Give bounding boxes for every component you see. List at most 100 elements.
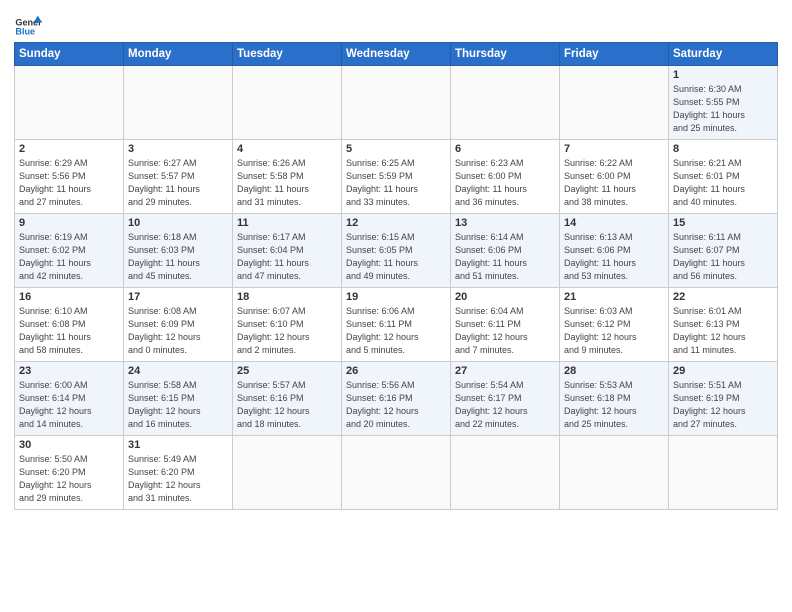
- day-number: 8: [673, 143, 773, 155]
- day-header-wednesday: Wednesday: [342, 43, 451, 66]
- day-info: Sunrise: 6:27 AM Sunset: 5:57 PM Dayligh…: [128, 157, 228, 209]
- day-number: 18: [237, 291, 337, 303]
- day-info: Sunrise: 6:19 AM Sunset: 6:02 PM Dayligh…: [19, 231, 119, 283]
- day-number: 14: [564, 217, 664, 229]
- table-row: 23Sunrise: 6:00 AM Sunset: 6:14 PM Dayli…: [15, 362, 124, 436]
- table-row: 22 Sunrise: 6:01 AM Sunset: 6:13 PM Dayli…: [669, 288, 778, 362]
- table-row: [15, 66, 124, 140]
- day-info: Sunrise: 6:14 AM Sunset: 6:06 PM Dayligh…: [455, 231, 555, 283]
- day-info: Sunrise: 5:49 AM Sunset: 6:20 PM Dayligh…: [128, 453, 228, 505]
- table-row: 5 Sunrise: 6:25 AM Sunset: 5:59 PM Daylig…: [342, 140, 451, 214]
- table-row: [233, 66, 342, 140]
- calendar: SundayMondayTuesdayWednesdayThursdayFrid…: [14, 42, 778, 510]
- day-number: 23: [19, 365, 119, 377]
- table-row: [560, 66, 669, 140]
- day-number: 3: [128, 143, 228, 155]
- table-row: 25 Sunrise: 5:57 AM Sunset: 6:16 PM Dayli…: [233, 362, 342, 436]
- day-number: 31: [128, 439, 228, 451]
- day-info: Sunrise: 5:57 AM Sunset: 6:16 PM Dayligh…: [237, 379, 337, 431]
- day-number: 27: [455, 365, 555, 377]
- table-row: 16 Sunrise: 6:10 AM Sunset: 6:08 PM Dayli…: [15, 288, 124, 362]
- day-info: Sunrise: 5:58 AM Sunset: 6:15 PM Dayligh…: [128, 379, 228, 431]
- day-number: 12: [346, 217, 446, 229]
- table-row: 20 Sunrise: 6:04 AM Sunset: 6:11 PM Dayli…: [451, 288, 560, 362]
- table-row: 28Sunrise: 5:53 AM Sunset: 6:18 PM Dayli…: [560, 362, 669, 436]
- table-row: [342, 436, 451, 510]
- table-row: [124, 66, 233, 140]
- day-number: 1: [673, 69, 773, 81]
- day-number: 19: [346, 291, 446, 303]
- day-info: Sunrise: 6:07 AM Sunset: 6:10 PM Dayligh…: [237, 305, 337, 357]
- table-row: 11 Sunrise: 6:17 AM Sunset: 6:04 PM Dayli…: [233, 214, 342, 288]
- table-row: 24 Sunrise: 5:58 AM Sunset: 6:15 PM Dayli…: [124, 362, 233, 436]
- day-info: Sunrise: 6:08 AM Sunset: 6:09 PM Dayligh…: [128, 305, 228, 357]
- table-row: [342, 66, 451, 140]
- day-number: 13: [455, 217, 555, 229]
- table-row: 8Sunrise: 6:21 AM Sunset: 6:01 PM Daylig…: [669, 140, 778, 214]
- day-number: 16: [19, 291, 119, 303]
- day-number: 5: [346, 143, 446, 155]
- day-number: 17: [128, 291, 228, 303]
- day-info: Sunrise: 5:53 AM Sunset: 6:18 PM Dayligh…: [564, 379, 664, 431]
- table-row: 1 Sunrise: 6:30 AM Sunset: 5:55 PM Daylig…: [669, 66, 778, 140]
- table-row: [451, 66, 560, 140]
- table-row: 10 Sunrise: 6:18 AM Sunset: 6:03 PM Dayli…: [124, 214, 233, 288]
- day-number: 21: [564, 291, 664, 303]
- day-number: 20: [455, 291, 555, 303]
- table-row: 21Sunrise: 6:03 AM Sunset: 6:12 PM Dayli…: [560, 288, 669, 362]
- logo-icon: General Blue: [14, 10, 42, 38]
- table-row: 15 Sunrise: 6:11 AM Sunset: 6:07 PM Dayli…: [669, 214, 778, 288]
- day-header-saturday: Saturday: [669, 43, 778, 66]
- day-header-thursday: Thursday: [451, 43, 560, 66]
- day-number: 22: [673, 291, 773, 303]
- day-number: 7: [564, 143, 664, 155]
- table-row: 30Sunrise: 5:50 AM Sunset: 6:20 PM Dayli…: [15, 436, 124, 510]
- day-number: 25: [237, 365, 337, 377]
- day-number: 11: [237, 217, 337, 229]
- day-header-monday: Monday: [124, 43, 233, 66]
- day-info: Sunrise: 6:06 AM Sunset: 6:11 PM Dayligh…: [346, 305, 446, 357]
- day-info: Sunrise: 6:01 AM Sunset: 6:13 PM Dayligh…: [673, 305, 773, 357]
- svg-text:Blue: Blue: [15, 27, 35, 37]
- day-info: Sunrise: 6:22 AM Sunset: 6:00 PM Dayligh…: [564, 157, 664, 209]
- table-row: 3 Sunrise: 6:27 AM Sunset: 5:57 PM Daylig…: [124, 140, 233, 214]
- table-row: 9Sunrise: 6:19 AM Sunset: 6:02 PM Daylig…: [15, 214, 124, 288]
- table-row: 31 Sunrise: 5:49 AM Sunset: 6:20 PM Dayli…: [124, 436, 233, 510]
- day-info: Sunrise: 6:04 AM Sunset: 6:11 PM Dayligh…: [455, 305, 555, 357]
- table-row: 17 Sunrise: 6:08 AM Sunset: 6:09 PM Dayli…: [124, 288, 233, 362]
- table-row: [669, 436, 778, 510]
- day-number: 26: [346, 365, 446, 377]
- day-info: Sunrise: 6:11 AM Sunset: 6:07 PM Dayligh…: [673, 231, 773, 283]
- table-row: 6 Sunrise: 6:23 AM Sunset: 6:00 PM Daylig…: [451, 140, 560, 214]
- day-info: Sunrise: 6:15 AM Sunset: 6:05 PM Dayligh…: [346, 231, 446, 283]
- day-number: 6: [455, 143, 555, 155]
- table-row: 19 Sunrise: 6:06 AM Sunset: 6:11 PM Dayli…: [342, 288, 451, 362]
- day-info: Sunrise: 6:17 AM Sunset: 6:04 PM Dayligh…: [237, 231, 337, 283]
- day-number: 29: [673, 365, 773, 377]
- day-info: Sunrise: 5:54 AM Sunset: 6:17 PM Dayligh…: [455, 379, 555, 431]
- table-row: [233, 436, 342, 510]
- day-number: 15: [673, 217, 773, 229]
- table-row: 2 Sunrise: 6:29 AM Sunset: 5:56 PM Daylig…: [15, 140, 124, 214]
- table-row: [560, 436, 669, 510]
- day-info: Sunrise: 6:23 AM Sunset: 6:00 PM Dayligh…: [455, 157, 555, 209]
- day-info: Sunrise: 6:29 AM Sunset: 5:56 PM Dayligh…: [19, 157, 119, 209]
- day-info: Sunrise: 6:18 AM Sunset: 6:03 PM Dayligh…: [128, 231, 228, 283]
- day-info: Sunrise: 6:30 AM Sunset: 5:55 PM Dayligh…: [673, 83, 773, 135]
- table-row: [451, 436, 560, 510]
- day-info: Sunrise: 6:10 AM Sunset: 6:08 PM Dayligh…: [19, 305, 119, 357]
- day-info: Sunrise: 6:26 AM Sunset: 5:58 PM Dayligh…: [237, 157, 337, 209]
- day-number: 24: [128, 365, 228, 377]
- day-number: 10: [128, 217, 228, 229]
- table-row: 18 Sunrise: 6:07 AM Sunset: 6:10 PM Dayli…: [233, 288, 342, 362]
- day-number: 2: [19, 143, 119, 155]
- table-row: 29 Sunrise: 5:51 AM Sunset: 6:19 PM Dayli…: [669, 362, 778, 436]
- day-header-friday: Friday: [560, 43, 669, 66]
- day-info: Sunrise: 6:13 AM Sunset: 6:06 PM Dayligh…: [564, 231, 664, 283]
- day-header-tuesday: Tuesday: [233, 43, 342, 66]
- table-row: 7 Sunrise: 6:22 AM Sunset: 6:00 PM Daylig…: [560, 140, 669, 214]
- day-info: Sunrise: 5:51 AM Sunset: 6:19 PM Dayligh…: [673, 379, 773, 431]
- table-row: 26 Sunrise: 5:56 AM Sunset: 6:16 PM Dayli…: [342, 362, 451, 436]
- day-info: Sunrise: 5:56 AM Sunset: 6:16 PM Dayligh…: [346, 379, 446, 431]
- day-info: Sunrise: 6:25 AM Sunset: 5:59 PM Dayligh…: [346, 157, 446, 209]
